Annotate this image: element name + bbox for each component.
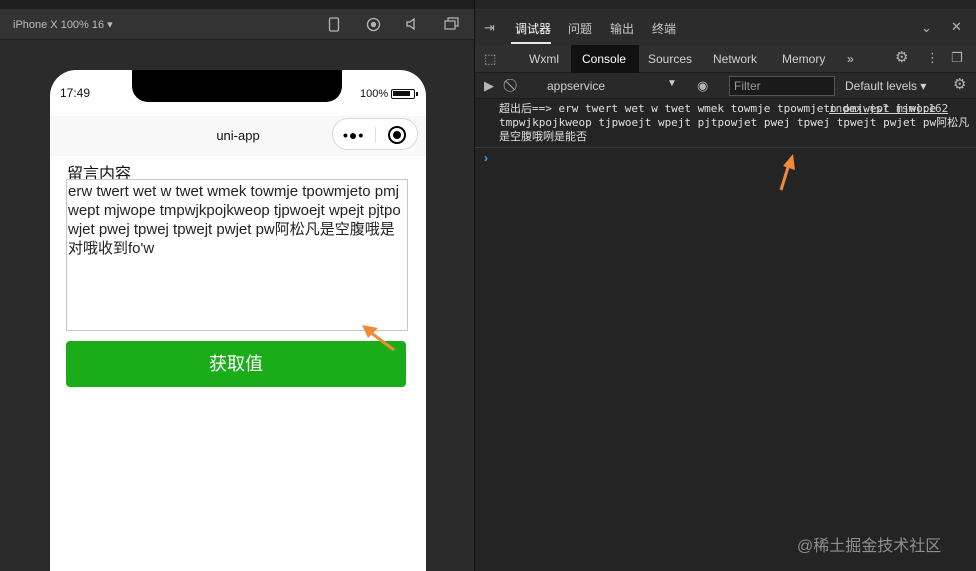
phone-screen: 17:49 100% uni-app •●• 留言内容 erw twert we…	[50, 70, 426, 571]
tab-output[interactable]: 输出	[610, 20, 634, 37]
kebab-menu-icon[interactable]: ⋮	[926, 51, 939, 65]
battery-tip	[416, 92, 418, 96]
context-select[interactable]: appservice	[547, 79, 605, 93]
console-prompt[interactable]: ›	[484, 151, 488, 165]
navigation-bar: uni-app •●•	[50, 116, 426, 156]
close-icon[interactable]: ✕	[951, 20, 962, 34]
gear-icon[interactable]: ⚙	[895, 50, 908, 65]
tab-terminal[interactable]: 终端	[652, 20, 676, 37]
phone-icon[interactable]	[326, 17, 342, 33]
filter-input[interactable]: Filter	[729, 76, 835, 96]
simulator-pane: iPhone X 100% 16 ▾ 17:49 100% uni-app •●…	[0, 0, 474, 571]
phone-notch	[132, 70, 342, 102]
chevron-down-icon[interactable]: ⌄	[921, 21, 932, 35]
message-textarea[interactable]: erw twert wet w twet wmek towmje tpowmje…	[66, 179, 408, 331]
tab-debugger[interactable]: 调试器	[515, 20, 551, 37]
watermark: @稀土掘金技术社区	[797, 538, 942, 555]
menu-capsule: •●•	[332, 118, 418, 150]
console-settings-gear-icon[interactable]: ⚙	[953, 77, 966, 92]
get-value-button[interactable]: 获取值	[66, 341, 406, 387]
sidebar-toggle-icon[interactable]: ▶	[484, 79, 494, 93]
more-icon[interactable]: •●•	[343, 128, 364, 142]
eye-icon[interactable]: ◉	[697, 79, 708, 93]
devtools-pane: ⇥ 调试器 问题 输出 终端 ⌄ ✕ ⬚ Wxml Console Source…	[474, 0, 976, 571]
close-target-icon[interactable]	[388, 126, 406, 144]
tab-issues[interactable]: 问题	[568, 20, 592, 37]
panel-network[interactable]: Network	[713, 52, 757, 66]
context-caret-icon: ▼	[667, 78, 677, 89]
annotation-arrow-icon	[779, 154, 795, 191]
annotation-arrow-icon	[362, 325, 395, 352]
active-tab-indicator	[511, 42, 551, 44]
top-strip	[0, 0, 474, 9]
panel-wxml[interactable]: Wxml	[529, 52, 559, 66]
status-time: 17:49	[60, 86, 91, 100]
capsule-divider	[375, 127, 376, 143]
simulator-toolbar: iPhone X 100% 16 ▾	[0, 9, 474, 40]
battery-icon	[391, 89, 415, 99]
inspect-icon[interactable]: ⬚	[484, 52, 496, 66]
log-levels-select[interactable]: Default levels ▾	[845, 79, 926, 93]
more-panels-icon[interactable]: »	[847, 52, 854, 66]
status-battery-text: 100%	[360, 88, 389, 100]
panel-console[interactable]: Console	[582, 52, 626, 66]
dock-icon[interactable]: ⇥	[484, 21, 495, 35]
console-source-link[interactable]: index.js? [sm]:162	[829, 102, 948, 115]
panel-sources[interactable]: Sources	[648, 52, 692, 66]
console-divider	[475, 147, 976, 148]
undock-icon[interactable]: ❐	[951, 51, 963, 65]
device-select[interactable]: iPhone X 100% 16 ▾	[13, 18, 113, 31]
console-filter-bar: ▶ ⃠ appservice ▼ ◉ Filter Default levels…	[475, 73, 976, 99]
window: iPhone X 100% 16 ▾ 17:49 100% uni-app •●…	[0, 0, 976, 571]
record-icon[interactable]	[365, 17, 381, 33]
devtools-top-tabs: ⇥ 调试器 问题 输出 终端 ⌄ ✕	[475, 9, 976, 45]
window-icon[interactable]	[444, 17, 460, 33]
panel-memory[interactable]: Memory	[782, 52, 825, 66]
speaker-icon[interactable]	[404, 17, 420, 33]
devtools-panel-tabs: ⬚ Wxml Console Sources Network Memory » …	[475, 45, 976, 73]
